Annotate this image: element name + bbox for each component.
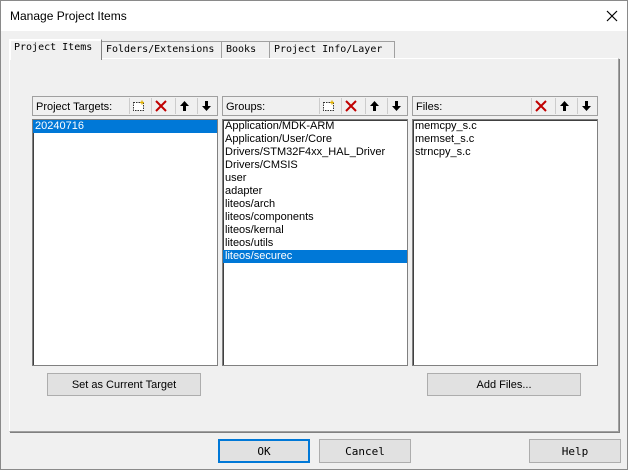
dialog-title: Manage Project Items (10, 9, 127, 23)
move-file-up-button[interactable] (555, 98, 573, 114)
group-item[interactable]: user (223, 172, 407, 185)
group-item[interactable]: adapter (223, 185, 407, 198)
group-item[interactable]: liteos/components (223, 211, 407, 224)
new-target-button[interactable] (129, 98, 147, 114)
delete-group-button[interactable] (341, 98, 359, 114)
delete-icon (154, 100, 167, 112)
manage-project-items-dialog: Manage Project Items Project Items Folde… (0, 0, 628, 470)
groups-label: Groups: (226, 101, 266, 113)
new-item-icon (323, 100, 334, 111)
arrow-down-icon (582, 101, 591, 111)
new-item-icon (133, 100, 144, 111)
arrow-up-icon (180, 101, 189, 111)
group-item[interactable]: liteos/utils (223, 237, 407, 250)
project-targets-header: Project Targets: (32, 96, 218, 116)
tab-project-items[interactable]: Project Items (9, 39, 102, 60)
tab-project-info-layer[interactable]: Project Info/Layer (269, 41, 395, 58)
cancel-button[interactable]: Cancel (319, 439, 411, 463)
tab-label: Project Info/Layer (274, 44, 383, 55)
group-item[interactable]: liteos/arch (223, 198, 407, 211)
tab-label: Project Items (14, 42, 93, 53)
project-targets-label: Project Targets: (36, 101, 113, 113)
tab-label: Books (226, 44, 257, 55)
group-item[interactable]: liteos/kernal (223, 224, 407, 237)
tab-folders-extensions[interactable]: Folders/Extensions (101, 41, 226, 58)
set-as-current-target-button[interactable]: Set as Current Target (47, 373, 201, 396)
move-target-down-button[interactable] (197, 98, 215, 114)
delete-file-button[interactable] (531, 98, 549, 114)
files-label: Files: (416, 101, 443, 113)
close-button[interactable] (597, 1, 627, 31)
groups-header: Groups: (222, 96, 408, 116)
file-item[interactable]: memcpy_s.c (413, 120, 597, 133)
new-group-button[interactable] (319, 98, 337, 114)
target-item[interactable]: 20240716 (33, 120, 217, 133)
ok-button[interactable]: OK (218, 439, 310, 463)
project-items-panel: Project Targets: 20240716 Groups: Applic… (9, 58, 619, 432)
arrow-up-icon (370, 101, 379, 111)
group-item-selected[interactable]: liteos/securec (223, 250, 407, 263)
files-header: Files: (412, 96, 598, 116)
groups-list[interactable]: Application/MDK-ARM Application/User/Cor… (222, 119, 408, 366)
files-panel: Files: memcpy_s.c memset_s.c strncpy_s.c (412, 96, 598, 368)
group-item[interactable]: Drivers/STM32F4xx_HAL_Driver (223, 146, 407, 159)
add-files-button[interactable]: Add Files... (427, 373, 581, 396)
groups-panel: Groups: Application/MDK-ARM Application/… (222, 96, 408, 368)
tab-books[interactable]: Books (221, 41, 276, 58)
tab-label: Folders/Extensions (106, 44, 215, 55)
file-item[interactable]: strncpy_s.c (413, 146, 597, 159)
move-group-down-button[interactable] (387, 98, 405, 114)
title-bar: Manage Project Items (1, 1, 627, 31)
delete-icon (534, 100, 547, 112)
project-targets-panel: Project Targets: 20240716 (32, 96, 218, 368)
group-item[interactable]: Drivers/CMSIS (223, 159, 407, 172)
move-group-up-button[interactable] (365, 98, 383, 114)
arrow-up-icon (560, 101, 569, 111)
close-icon (606, 10, 618, 22)
group-item[interactable]: Application/User/Core (223, 133, 407, 146)
delete-icon (344, 100, 357, 112)
delete-target-button[interactable] (151, 98, 169, 114)
files-list[interactable]: memcpy_s.c memset_s.c strncpy_s.c (412, 119, 598, 366)
move-file-down-button[interactable] (577, 98, 595, 114)
project-targets-list[interactable]: 20240716 (32, 119, 218, 366)
move-target-up-button[interactable] (175, 98, 193, 114)
help-button[interactable]: Help (529, 439, 621, 463)
group-item[interactable]: Application/MDK-ARM (223, 120, 407, 133)
file-item[interactable]: memset_s.c (413, 133, 597, 146)
arrow-down-icon (392, 101, 401, 111)
arrow-down-icon (202, 101, 211, 111)
